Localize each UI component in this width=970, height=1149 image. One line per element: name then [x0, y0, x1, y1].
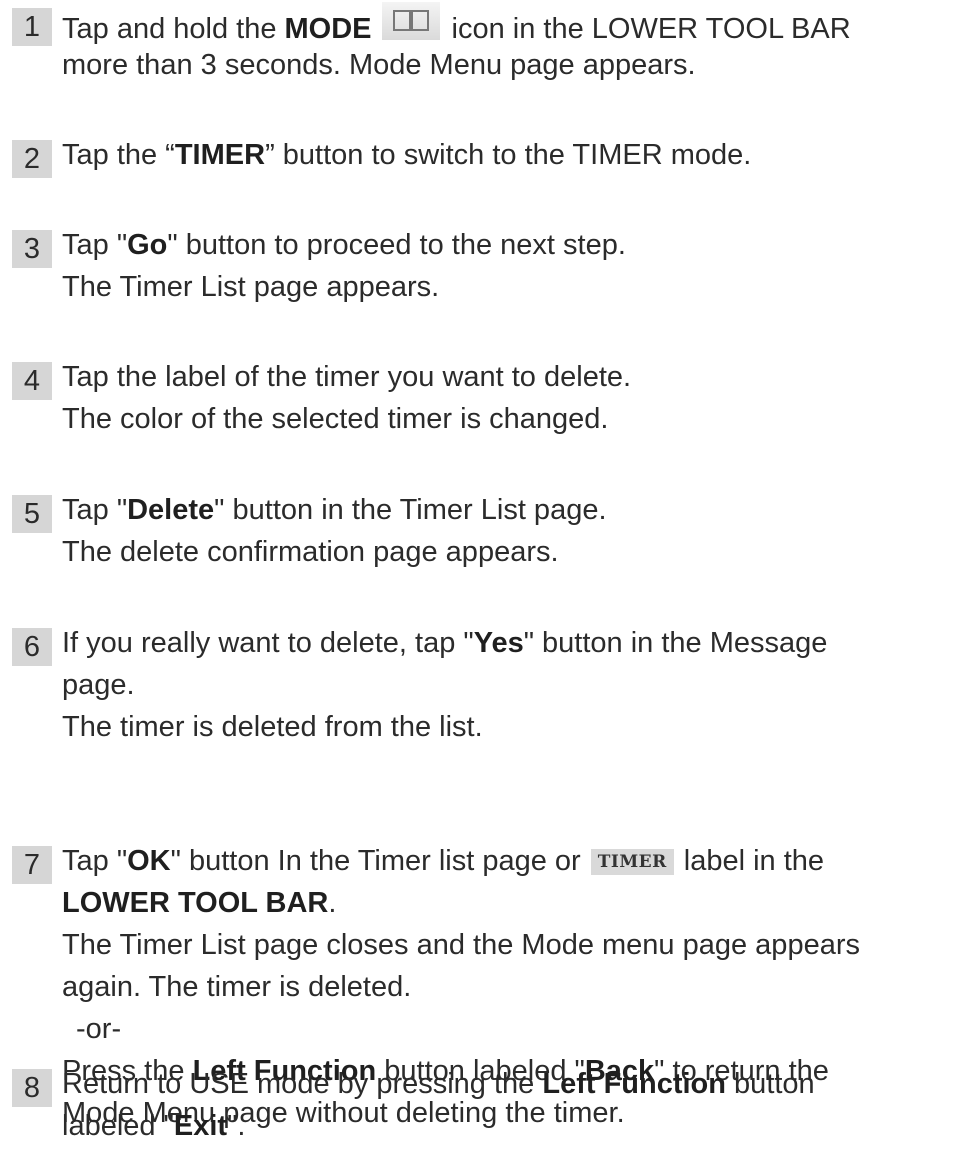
step-number: 7 — [12, 846, 52, 884]
step-line: Tap "OK" button In the Timer list page o… — [62, 840, 962, 882]
bold-term: Yes — [473, 627, 524, 659]
text-run: Return to USE mode by pressing the — [62, 1068, 543, 1100]
text-run: Tap the “ — [62, 139, 175, 171]
bold-term: Exit — [173, 1110, 228, 1142]
step-text: Return to USE mode by pressing the Left … — [62, 1063, 962, 1147]
text-run: Tap and hold the — [62, 13, 285, 45]
step-number: 2 — [12, 140, 52, 178]
step-text: Tap "Go" button to proceed to the next s… — [62, 224, 962, 308]
text-run: Tap " — [62, 845, 128, 877]
text-run: again. The timer is deleted. — [62, 971, 412, 1003]
text-run: icon in the LOWER TOOL BAR — [451, 13, 851, 45]
step-line: page. — [62, 664, 962, 706]
step-number: 3 — [12, 230, 52, 268]
text-run: Tap " — [62, 494, 128, 526]
bold-term: OK — [127, 845, 171, 877]
step-text: Tap and hold the MODE icon in the LOWER T… — [62, 2, 962, 86]
step-line: -or- — [62, 1008, 962, 1050]
step-line: If you really want to delete, tap "Yes" … — [62, 622, 962, 664]
text-run: " button in the Timer List page. — [214, 494, 607, 526]
step-line: LOWER TOOL BAR. — [62, 882, 962, 924]
step-line: labeled "Exit". — [62, 1105, 962, 1147]
text-run: The timer is deleted from the list. — [62, 711, 483, 743]
step-line: The delete confirmation page appears. — [62, 531, 962, 573]
bold-term: Delete — [127, 494, 215, 526]
step-number: 4 — [12, 362, 52, 400]
text-run: page. — [62, 669, 135, 701]
text-run: ” button to switch to the TIMER mode. — [265, 139, 752, 171]
mode-book-icon — [381, 2, 440, 40]
bold-term: TIMER — [174, 139, 266, 171]
step-line: Tap "Go" button to proceed to the next s… — [62, 224, 962, 266]
text-run: more than 3 seconds. Mode Menu page appe… — [62, 49, 696, 81]
or-separator: -or- — [76, 1013, 122, 1045]
step-line: Return to USE mode by pressing the Left … — [62, 1063, 962, 1105]
timer-label-badge: TIMER — [590, 849, 674, 875]
step-line: Tap the label of the timer you want to d… — [62, 356, 962, 398]
text-run: The color of the selected timer is chang… — [62, 403, 609, 435]
step-number: 1 — [12, 8, 52, 46]
step-line: The Timer List page appears. — [62, 266, 962, 308]
step-line: The timer is deleted from the list. — [62, 706, 962, 748]
text-run: " button to proceed to the next step. — [167, 229, 626, 261]
step-line: again. The timer is deleted. — [62, 966, 962, 1008]
bold-term: LOWER TOOL BAR — [62, 887, 329, 919]
step-number: 8 — [12, 1069, 52, 1107]
step-line: The Timer List page closes and the Mode … — [62, 924, 962, 966]
text-run: ". — [227, 1110, 246, 1142]
text-run: Tap the label of the timer you want to d… — [62, 361, 632, 393]
text-run: button — [726, 1068, 815, 1100]
step-number: 6 — [12, 628, 52, 666]
step-text: Tap the “TIMER” button to switch to the … — [62, 134, 962, 176]
bold-term: MODE — [284, 13, 372, 45]
text-run: . — [328, 887, 337, 919]
text-run: The delete confirmation page appears. — [62, 536, 559, 568]
text-run: label in the — [683, 845, 825, 877]
text-run: labeled " — [62, 1110, 174, 1142]
step-text: Tap the label of the timer you want to d… — [62, 356, 962, 440]
bold-term: Go — [127, 229, 168, 261]
step-line: The color of the selected timer is chang… — [62, 398, 962, 440]
text-run: Tap " — [62, 229, 128, 261]
text-run: If you really want to delete, tap " — [62, 627, 474, 659]
step-text: If you really want to delete, tap "Yes" … — [62, 622, 962, 748]
text-run: The Timer List page closes and the Mode … — [62, 929, 860, 961]
step-line: more than 3 seconds. Mode Menu page appe… — [62, 44, 962, 86]
step-text: Tap "Delete" button in the Timer List pa… — [62, 489, 962, 573]
step-line: Tap and hold the MODE icon in the LOWER T… — [62, 2, 962, 45]
text-run: The Timer List page appears. — [62, 271, 440, 303]
step-number: 5 — [12, 495, 52, 533]
instruction-page: 1 Tap and hold the MODE icon in the LOWER … — [0, 0, 970, 1149]
step-line: Tap the “TIMER” button to switch to the … — [62, 134, 962, 176]
step-line: Tap "Delete" button in the Timer List pa… — [62, 489, 962, 531]
text-run: " button in the Message — [523, 627, 828, 659]
text-run: " button In the Timer list page or — [170, 845, 589, 877]
bold-term: Left Function — [542, 1068, 726, 1100]
